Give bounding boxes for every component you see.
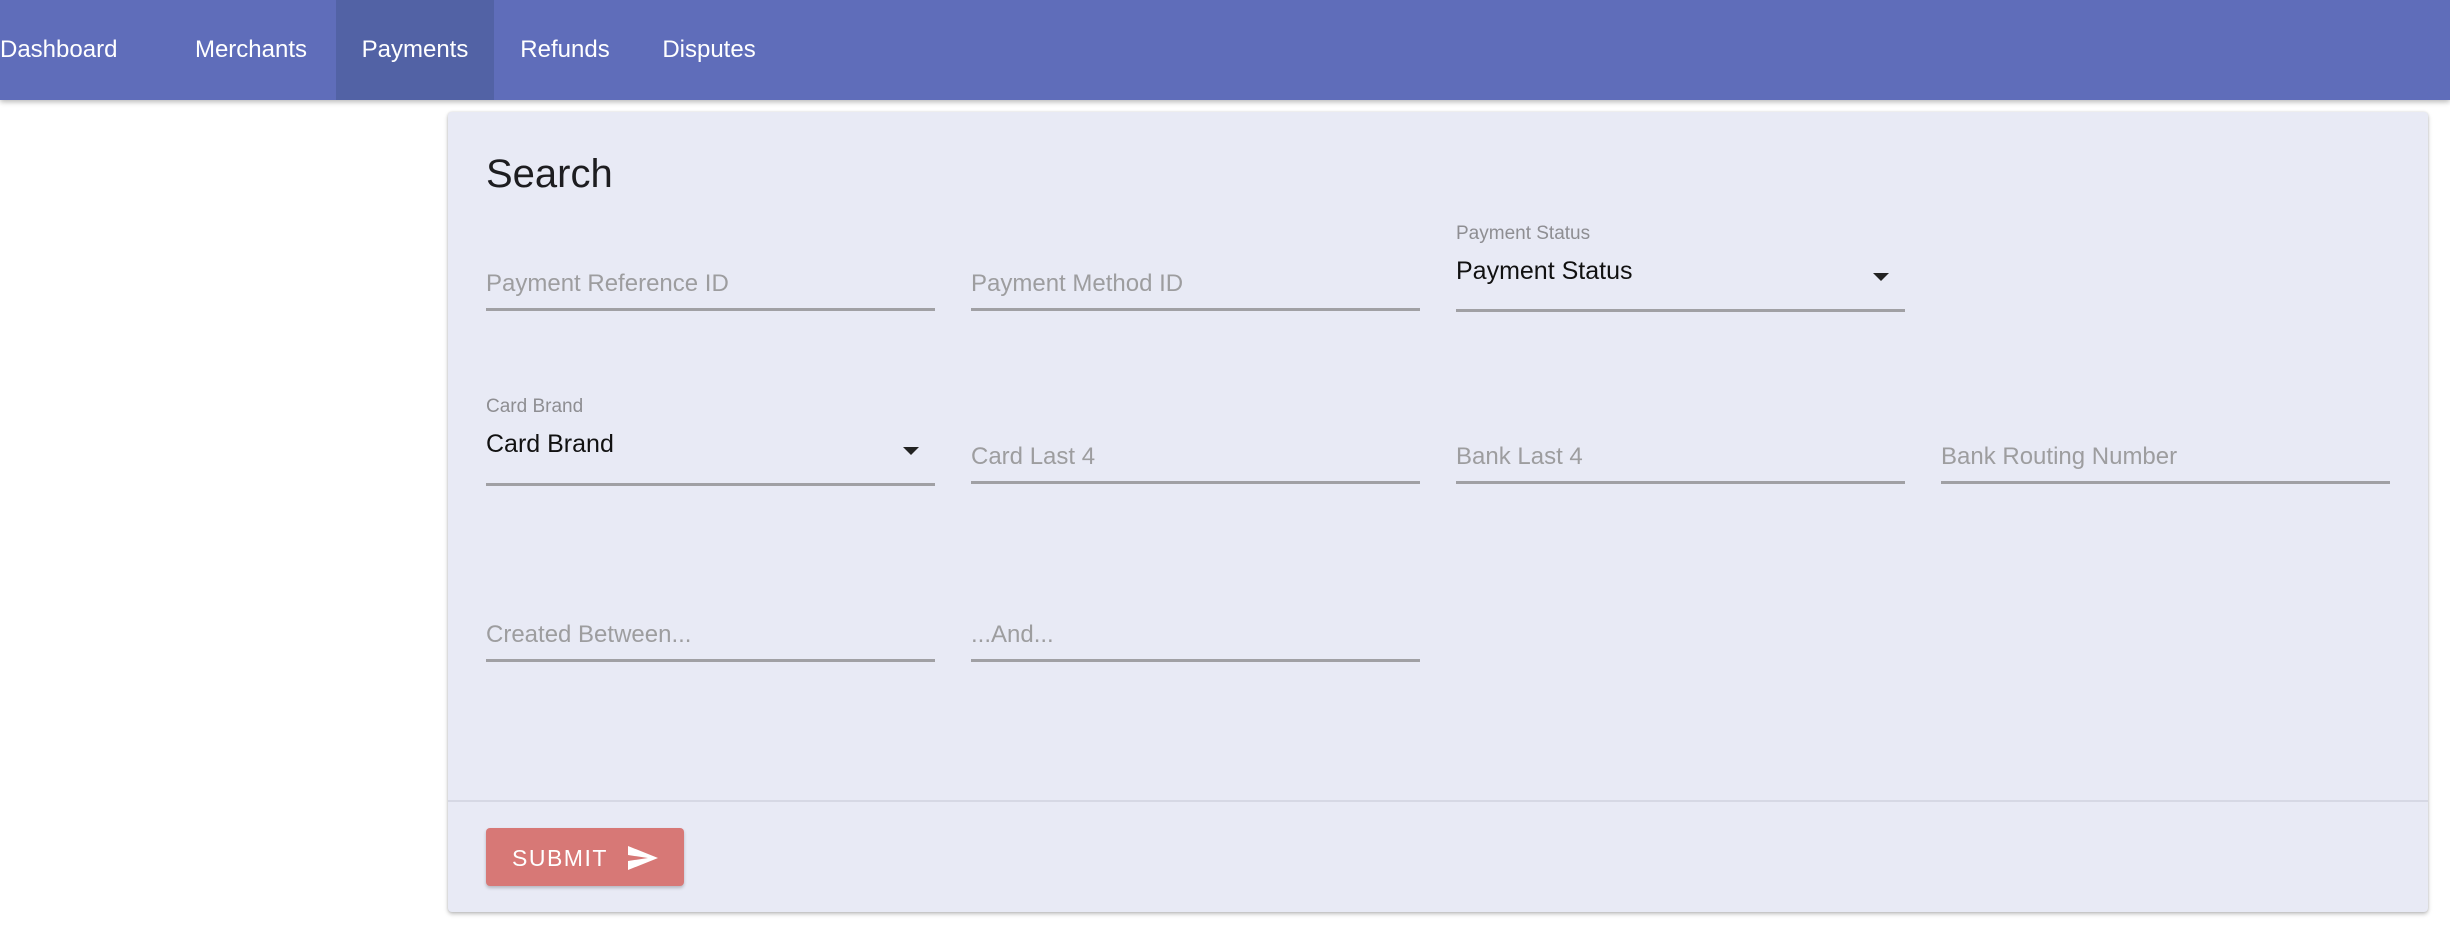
bank-last-4-input[interactable] [1456,443,1905,471]
nav-tab-payments[interactable]: Payments [336,0,494,100]
search-card: Search Payment Status Payment Status Car… [448,112,2428,912]
nav-tab-refunds[interactable]: Refunds [508,0,622,100]
card-last-4-input[interactable] [971,443,1420,471]
created-between-input[interactable] [486,621,935,649]
card-brand-label: Card Brand [486,396,584,417]
nav-tab-dashboard[interactable]: Dashboard [0,0,117,100]
payment-status-value: Payment Status [1456,257,1633,285]
submit-label: SUBMIT [512,845,608,871]
card-brand-value: Card Brand [486,430,614,458]
nav-tab-merchants[interactable]: Merchants [180,0,322,100]
send-icon [628,846,658,870]
card-divider [448,800,2428,802]
created-and-field [971,621,1420,662]
nav-tab-disputes[interactable]: Disputes [650,0,768,100]
submit-button[interactable]: SUBMIT [486,828,684,886]
payment-method-id-field [971,270,1420,311]
card-brand-select[interactable]: Card Brand Card Brand [486,396,935,486]
bank-routing-number-input[interactable] [1941,443,2390,471]
payment-reference-id-field [486,270,935,311]
created-between-field [486,621,935,662]
search-title: Search [486,152,613,196]
payment-status-label: Payment Status [1456,223,1591,244]
payment-method-id-input[interactable] [971,270,1420,298]
card-last-4-field [971,443,1420,484]
created-and-input[interactable] [971,621,1420,649]
bank-routing-number-field [1941,443,2390,484]
bank-last-4-field [1456,443,1905,484]
top-nav-bar: Dashboard Merchants Payments Refunds Dis… [0,0,2450,100]
payment-reference-id-input[interactable] [486,270,935,298]
caret-down-icon [903,447,919,455]
payment-status-select[interactable]: Payment Status Payment Status [1456,223,1905,312]
caret-down-icon [1873,273,1889,281]
